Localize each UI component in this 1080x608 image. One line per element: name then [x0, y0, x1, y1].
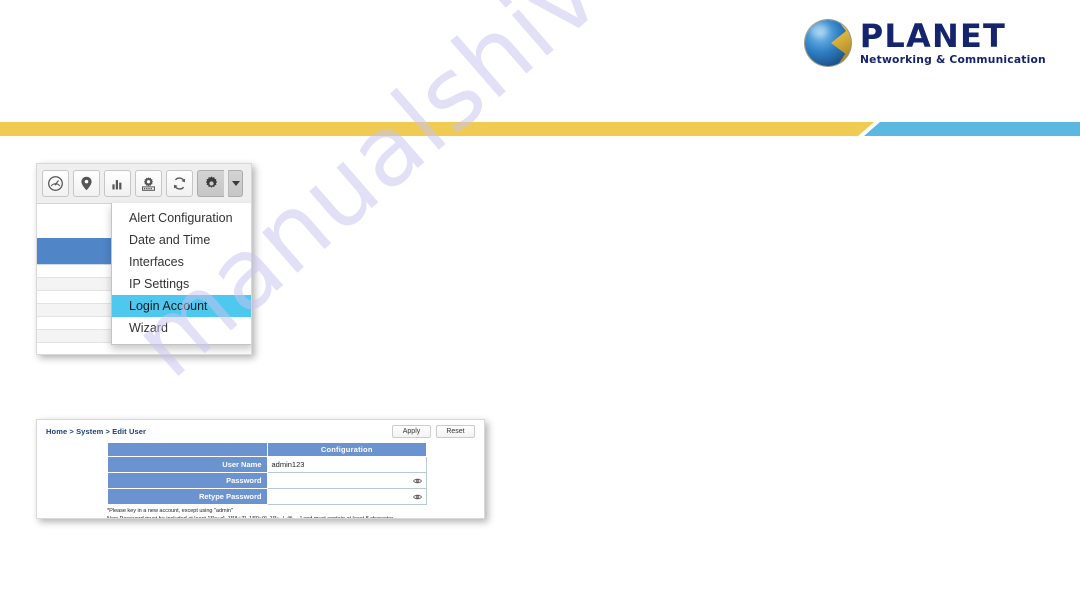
table-row-user-name: User Name admin123: [107, 456, 427, 473]
header-divider-bar: [0, 122, 1080, 136]
refresh-icon-button[interactable]: [166, 170, 193, 197]
menu-item-date-and-time[interactable]: Date and Time: [112, 229, 251, 251]
cell-user-name: admin123: [266, 456, 427, 473]
apply-button[interactable]: Apply: [392, 425, 431, 438]
gear-icon-button[interactable]: [197, 170, 224, 197]
menu-item-alert-configuration[interactable]: Alert Configuration: [112, 207, 251, 229]
label-user-name: User Name: [107, 456, 268, 473]
logo-tagline: Networking & Communication: [859, 54, 1046, 67]
eye-toggle-icon[interactable]: [413, 477, 422, 484]
menu-item-wizard[interactable]: Wizard: [112, 317, 251, 339]
refresh-icon: [173, 177, 186, 190]
device-configuration-icon-button[interactable]: [135, 170, 162, 197]
bar-chart-icon: [112, 180, 122, 190]
planet-globe-logo-icon: [804, 20, 851, 66]
note-line-1: *Please key in a new account, except usi…: [107, 508, 233, 514]
retype-password-field[interactable]: [268, 490, 427, 503]
user-name-field[interactable]: admin123: [268, 458, 427, 471]
logo-brand-name: PLANET: [859, 17, 1007, 56]
chevron-down-icon: [231, 181, 240, 186]
password-field[interactable]: [268, 474, 427, 487]
reset-button[interactable]: Reset: [436, 425, 475, 438]
form-action-buttons: Apply Reset: [392, 425, 475, 438]
dashboard-gauge-icon-button[interactable]: [42, 170, 69, 197]
label-retype-password: Retype Password: [107, 488, 268, 505]
device-configuration-icon: [142, 177, 155, 191]
eye-toggle-icon[interactable]: [413, 493, 422, 500]
table-header-configuration: Configuration: [266, 442, 427, 457]
table-row-password: Password: [107, 472, 427, 489]
settings-menu-screenshot: Alert Configuration Date and Time Interf…: [36, 163, 252, 355]
divider-blue-segment: [864, 122, 1080, 136]
gear-icon: [205, 176, 217, 188]
cell-retype-password: [266, 488, 427, 505]
edit-user-screenshot: Home > System > Edit User Apply Reset Co…: [36, 419, 485, 519]
table-row-retype-password: Retype Password: [107, 488, 427, 505]
dashboard-gauge-icon: [48, 176, 63, 191]
user-name-value: admin123: [271, 460, 305, 469]
bar-chart-icon-button[interactable]: [104, 170, 131, 197]
map-location-pin-icon: [81, 176, 92, 191]
map-location-pin-icon-button[interactable]: [73, 170, 100, 197]
table-header-row: Configuration: [107, 442, 427, 457]
table-header-blank: [107, 442, 268, 457]
settings-dropdown-menu: Alert Configuration Date and Time Interf…: [111, 203, 251, 345]
configuration-table: Configuration User Name admin123 Passwor…: [107, 442, 427, 505]
menu-item-login-account[interactable]: Login Account: [112, 295, 251, 317]
planet-logo: PLANET Networking & Communication: [804, 17, 1046, 66]
menu-item-interfaces[interactable]: Interfaces: [112, 251, 251, 273]
divider-yellow-segment: [0, 122, 874, 136]
app-toolbar: [37, 164, 251, 204]
logo-wordmark: PLANET Networking & Communication: [859, 17, 1046, 66]
cell-password: [266, 472, 427, 489]
chevron-down-icon-button[interactable]: [228, 170, 243, 197]
menu-item-ip-settings[interactable]: IP Settings: [112, 273, 251, 295]
edit-user-page: Home > System > Edit User Apply Reset Co…: [37, 420, 484, 518]
label-password: Password: [107, 472, 268, 489]
note-line-2: New Password must be included at least 1…: [107, 515, 394, 519]
